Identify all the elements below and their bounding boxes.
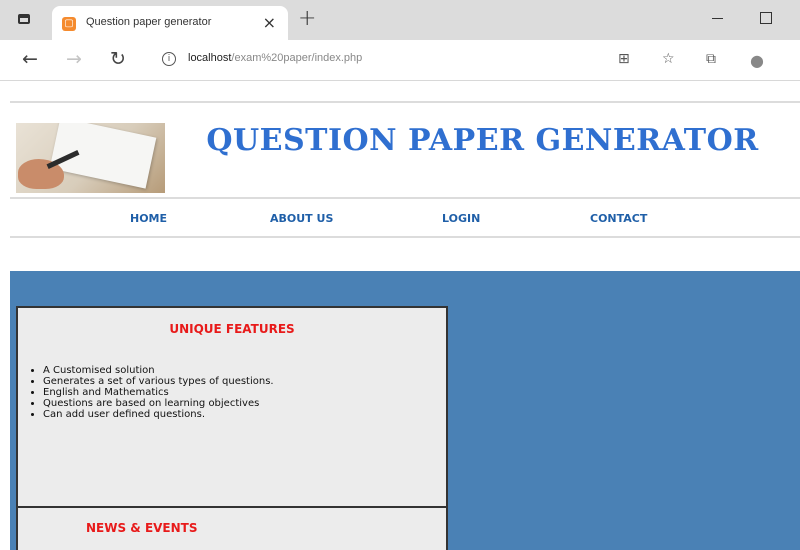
divider-nav-bottom [10, 236, 800, 238]
url-host: localhost [188, 52, 232, 64]
forward-arrow-icon: → [66, 48, 82, 70]
news-heading: NEWS & EVENTS [86, 521, 198, 535]
nav-home-link[interactable]: HOME [130, 212, 167, 225]
header-image [16, 123, 165, 193]
info-icon[interactable]: i [162, 52, 176, 66]
browser-tab-bar: ▢ Question paper generator × + [0, 0, 800, 40]
news-panel: NEWS & EVENTS [16, 506, 448, 550]
feature-item: Can add user defined questions. [43, 409, 274, 420]
nav-about-link[interactable]: ABOUT US [270, 212, 333, 225]
read-aloud-icon[interactable]: ⊞ [618, 51, 630, 67]
collections-icon[interactable]: ⧉ [706, 51, 716, 67]
window-menu-icon[interactable] [16, 12, 32, 26]
back-arrow-icon[interactable]: ← [22, 48, 38, 70]
new-tab-icon[interactable]: + [298, 6, 316, 31]
feature-item: Questions are based on learning objectiv… [43, 398, 274, 409]
nav-contact-link[interactable]: CONTACT [590, 212, 647, 225]
address-bar: ← → ↻ i localhost/exam%20paper/index.php… [0, 40, 800, 81]
url-path: /exam%20paper/index.php [231, 52, 363, 64]
features-list: A Customised solution Generates a set of… [28, 365, 274, 420]
browser-tab[interactable]: ▢ Question paper generator × [52, 6, 288, 40]
reload-icon[interactable]: ↻ [110, 48, 126, 70]
favicon-icon: ▢ [62, 17, 76, 31]
url-field[interactable]: localhost/exam%20paper/index.php [188, 52, 362, 64]
tab-title: Question paper generator [86, 16, 212, 28]
feature-item: Generates a set of various types of ques… [43, 376, 274, 387]
profile-avatar-icon[interactable]: ● [750, 51, 764, 70]
maximize-icon[interactable] [760, 12, 772, 24]
features-heading: UNIQUE FEATURES [169, 322, 295, 336]
minimize-icon[interactable] [712, 18, 723, 19]
feature-item: A Customised solution [43, 365, 274, 376]
page-content: QUESTION PAPER GENERATOR HOME ABOUT US L… [0, 81, 800, 550]
site-title: QUESTION PAPER GENERATOR [206, 123, 759, 158]
nav-login-link[interactable]: LOGIN [442, 212, 480, 225]
divider-nav-top [10, 197, 800, 199]
divider-top [10, 101, 800, 103]
favorite-star-icon[interactable]: ☆ [662, 51, 675, 67]
feature-item: English and Mathematics [43, 387, 274, 398]
tab-close-icon[interactable]: × [263, 13, 276, 32]
features-panel: UNIQUE FEATURES A Customised solution Ge… [16, 306, 448, 506]
